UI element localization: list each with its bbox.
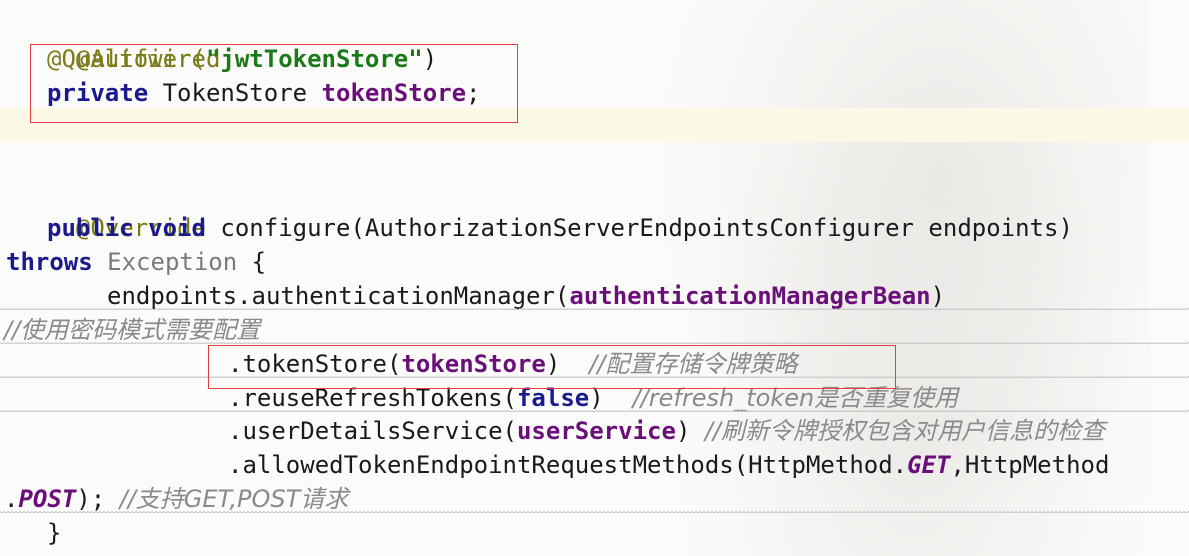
code-line-throws: throws Exception { — [6, 245, 266, 279]
auth-manager-close: ) — [930, 282, 946, 310]
comment-post: //支持GET,POST请求 — [119, 485, 349, 513]
allowed-methods-rest: ,HttpMethod — [950, 451, 1110, 479]
user-details-call: .userDetailsService( — [228, 417, 517, 445]
code-line-autowired: @Autowired — [47, 8, 221, 73]
keyword-throws: throws — [6, 248, 93, 276]
user-details-close: ) — [675, 417, 705, 445]
post-close: ); — [76, 485, 120, 513]
code-line-override: @Override — [47, 177, 206, 242]
comment-password-mode: //使用密码模式需要配置 — [4, 316, 261, 344]
auth-manager-bean: authenticationManagerBean — [569, 282, 931, 310]
wrap-indicator — [0, 510, 1189, 515]
wrap-indicator — [0, 307, 1189, 312]
open-brace: { — [237, 248, 267, 276]
code-line-user-details: .userDetailsService(userService) //刷新令牌授… — [228, 414, 1105, 448]
highlight-box-token-store — [208, 345, 896, 389]
code-line-method-signature: public void configure(AuthorizationServe… — [47, 211, 1073, 245]
method-signature: configure(AuthorizationServerEndpointsCo… — [205, 214, 1073, 242]
exception-type: Exception — [107, 248, 238, 276]
keyword-void: void — [148, 214, 206, 242]
code-line-allowed-methods: .allowedTokenEndpointRequestMethods(Http… — [228, 448, 1109, 482]
auth-manager-call: endpoints.authenticationManager( — [107, 282, 570, 310]
highlight-box-qualifier — [30, 44, 518, 123]
http-get-const: GET — [907, 451, 951, 479]
http-post-const: POST — [18, 485, 77, 513]
allowed-methods-call: .allowedTokenEndpointRequestMethods(Http… — [228, 451, 908, 479]
keyword-public: public — [47, 214, 134, 242]
user-service-arg: userService — [516, 417, 676, 445]
close-brace: } — [47, 519, 62, 547]
comment-user-details: //刷新令牌授权包含对用户信息的检查 — [704, 417, 1106, 445]
post-dot: . — [4, 485, 19, 513]
code-line-close-brace: } — [47, 516, 61, 550]
